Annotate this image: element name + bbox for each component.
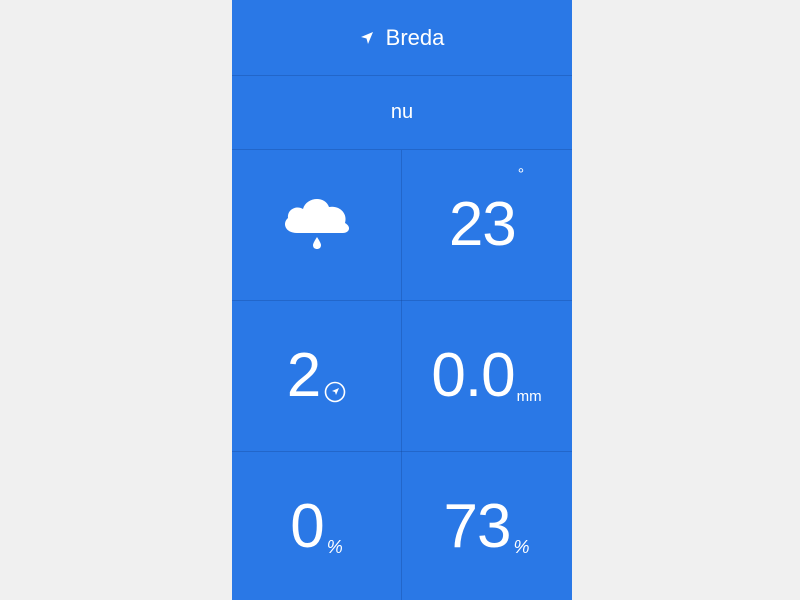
temperature-cell: 23 °	[402, 150, 571, 300]
humidity-unit: %	[513, 537, 530, 557]
rain-chance-value: 0	[290, 492, 324, 561]
compass-icon	[324, 381, 346, 403]
precipitation-cell: 0.0 mm	[402, 301, 571, 451]
rain-chance-cell: 0 %	[232, 452, 401, 600]
precipitation-value: 0.0	[431, 341, 515, 410]
time-selector[interactable]: nu	[232, 76, 572, 149]
wind-cell: 2	[232, 301, 401, 451]
precipitation-unit: mm	[516, 388, 542, 405]
wind-speed-value: 2	[286, 341, 321, 410]
temperature-value: 23	[448, 190, 517, 259]
time-label: nu	[390, 101, 414, 123]
humidity-cell: 73 %	[402, 452, 571, 600]
location-arrow-icon	[360, 31, 374, 45]
temperature-unit: °	[517, 166, 525, 183]
location-header[interactable]: Breda	[232, 0, 572, 75]
rain-chance-unit: %	[326, 537, 343, 557]
rain-cloud-icon	[279, 193, 355, 258]
weather-app-screen: Breda nu 23 ° 2 0.0 mm 0 % 73 %	[232, 0, 572, 600]
humidity-value: 73	[443, 492, 512, 561]
city-name: Breda	[385, 24, 445, 50]
condition-cell	[232, 150, 401, 300]
